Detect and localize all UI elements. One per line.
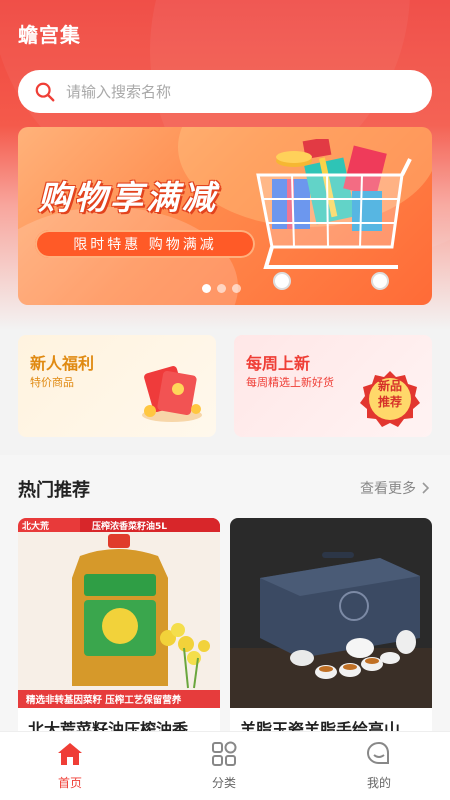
promo-card-weekly-new[interactable]: 每周上新 每周精选上新好货 新品 推荐 bbox=[234, 335, 432, 437]
carousel-dot[interactable] bbox=[232, 284, 241, 293]
product-image-caption: 精选非转基因菜籽 压榨工艺保留营养 bbox=[26, 694, 182, 706]
promo-title: 每周上新 bbox=[246, 354, 311, 373]
promo-subtitle: 每周精选上新好货 bbox=[246, 376, 334, 389]
bottom-tab-bar: 首页 分类 我的 bbox=[0, 731, 450, 800]
home-icon bbox=[58, 743, 82, 765]
carousel-dot[interactable] bbox=[217, 284, 226, 293]
search-icon bbox=[35, 82, 55, 101]
view-more-label: 查看更多 bbox=[360, 481, 416, 497]
tab-label: 我的 bbox=[366, 776, 391, 790]
promo-subtitle: 特价商品 bbox=[30, 376, 74, 389]
tab-category[interactable]: 分类 bbox=[184, 740, 264, 791]
search-bar[interactable]: 请输入搜索名称 bbox=[18, 70, 432, 113]
product-card[interactable]: 北大荒 压榨浓香菜籽油5L 精选非转基因菜籽 压榨工艺保留营养 北大荒菜籽油压榨… bbox=[18, 518, 220, 738]
badge-line: 推荐 bbox=[377, 395, 402, 409]
tab-profile[interactable]: 我的 bbox=[339, 740, 419, 791]
product-brand-label: 北大荒 bbox=[22, 520, 49, 532]
promo-title: 新人福利 bbox=[30, 354, 95, 373]
product-card[interactable]: 羊脂玉瓷羊脂手绘高山 bbox=[230, 518, 432, 738]
badge-line: 新品 bbox=[377, 379, 402, 393]
search-input[interactable]: 请输入搜索名称 bbox=[66, 81, 171, 102]
banner-subtitle: 限时特惠 购物满减 bbox=[35, 230, 255, 258]
promo-card-new-user[interactable]: 新人福利 特价商品 bbox=[18, 335, 216, 437]
app-title: 蟾宫集 bbox=[18, 23, 81, 47]
promo-banner[interactable]: 购物享满减 限时特惠 购物满减 bbox=[18, 127, 432, 305]
carousel-dots bbox=[202, 284, 241, 293]
carousel-dot[interactable] bbox=[202, 284, 211, 293]
category-icon bbox=[212, 741, 237, 766]
banner-title: 购物享满减 bbox=[38, 178, 218, 217]
new-badge-label: 新品 推荐 bbox=[360, 378, 420, 410]
tab-label: 首页 bbox=[57, 776, 82, 790]
shopping-cart-icon bbox=[256, 139, 412, 290]
product-image-oil: 北大荒 压榨浓香菜籽油5L 精选非转基因菜籽 压榨工艺保留营养 bbox=[18, 518, 220, 708]
product-image-label: 压榨浓香菜籽油5L bbox=[92, 520, 167, 532]
product-image-tea-set bbox=[230, 518, 432, 708]
tab-home[interactable]: 首页 bbox=[30, 740, 110, 791]
tab-label: 分类 bbox=[211, 776, 236, 790]
red-envelope-icon bbox=[142, 366, 202, 422]
chevron-right-icon bbox=[422, 482, 430, 494]
section-title: 热门推荐 bbox=[18, 480, 90, 501]
view-more-link[interactable]: 查看更多 bbox=[360, 478, 430, 498]
chat-icon bbox=[366, 741, 389, 764]
